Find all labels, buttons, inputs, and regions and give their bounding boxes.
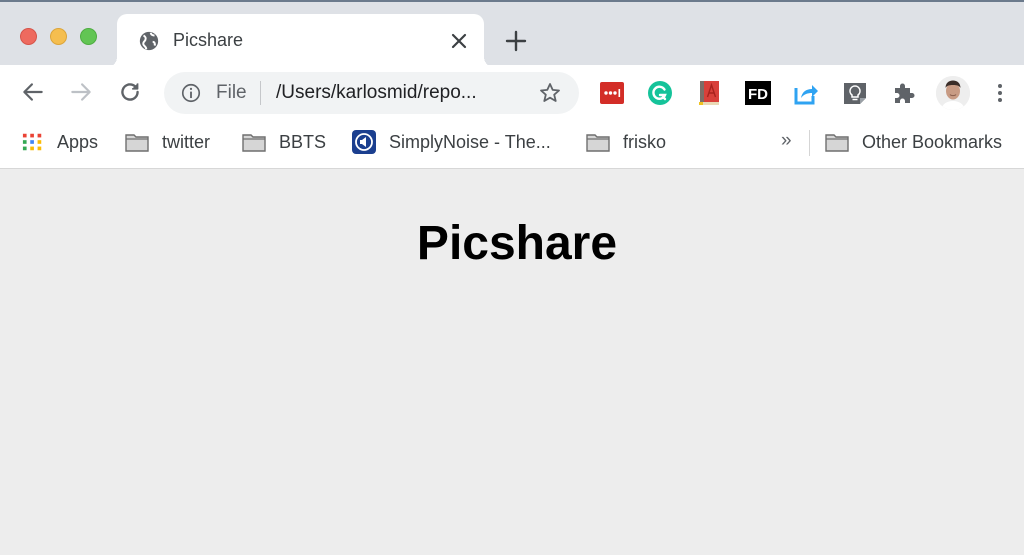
lightbulb-icon[interactable]: [842, 80, 868, 106]
bookmarks-overflow-chevron[interactable]: »: [781, 130, 792, 152]
folder-icon: [125, 134, 149, 152]
svg-text:FD: FD: [748, 86, 768, 103]
bookmark-label: SimplyNoise - The...: [389, 131, 551, 152]
bookmark-label: twitter: [162, 131, 211, 152]
profile-avatar[interactable]: [936, 76, 970, 110]
tab-strip: Picshare: [0, 0, 1024, 67]
tab-title: Picshare: [173, 30, 244, 50]
lastpass-icon[interactable]: [599, 80, 625, 106]
omnibox-separator: [260, 81, 261, 105]
bookmark-star-icon[interactable]: [538, 81, 562, 105]
grammarly-icon[interactable]: [647, 80, 673, 106]
window-zoom-button[interactable]: [80, 28, 97, 45]
back-arrow-icon[interactable]: [20, 79, 46, 105]
dictionary-icon[interactable]: [696, 80, 722, 106]
security-label: File: [216, 82, 247, 103]
bookmark-label: frisko: [623, 131, 667, 152]
page-title: Picshare: [416, 217, 618, 270]
toolbar: File /Users/karlosmid/repo... FD: [0, 65, 1024, 120]
bookmark-folder-twitter[interactable]: twitter: [125, 129, 210, 155]
fd-icon[interactable]: FD: [745, 80, 771, 106]
puzzle-icon[interactable]: [891, 80, 917, 106]
info-icon[interactable]: [180, 82, 202, 104]
bookmark-simplynoise[interactable]: SimplyNoise - The...: [352, 129, 551, 155]
reload-icon[interactable]: [117, 79, 143, 105]
bookmarks-divider: [809, 130, 810, 156]
folder-icon: [825, 134, 849, 152]
window-minimize-button[interactable]: [50, 28, 67, 45]
bookmark-label: BBTS: [279, 131, 327, 152]
folder-icon: [242, 134, 266, 152]
share-icon[interactable]: [793, 80, 819, 106]
tab-close-icon[interactable]: [447, 29, 471, 53]
tab-picshare[interactable]: Picshare: [107, 14, 494, 67]
apps-grid-icon: [22, 133, 42, 151]
page-content: Picshare: [0, 170, 1024, 555]
profile-photo-icon: [936, 76, 970, 110]
bookmark-label: Other Bookmarks: [862, 131, 1003, 152]
forward-arrow-icon[interactable]: [68, 79, 94, 105]
more-menu-icon[interactable]: [990, 80, 1010, 106]
globe-icon: [139, 31, 159, 51]
bookmarks-bar: Apps twitter BBTS SimplyNoise - The... f…: [0, 120, 1024, 169]
simplynoise-icon: [352, 130, 376, 154]
bookmark-folder-other[interactable]: Other Bookmarks: [825, 129, 1002, 155]
address-bar[interactable]: File /Users/karlosmid/repo...: [164, 72, 579, 114]
bookmark-apps[interactable]: Apps: [22, 129, 98, 155]
bookmark-label: Apps: [57, 131, 99, 152]
window-close-button[interactable]: [20, 28, 37, 45]
url-text[interactable]: /Users/karlosmid/repo...: [276, 82, 477, 104]
folder-icon: [586, 134, 610, 152]
bookmark-folder-frisko[interactable]: frisko: [586, 129, 666, 155]
bookmark-folder-bbts[interactable]: BBTS: [242, 129, 326, 155]
new-tab-icon[interactable]: [504, 29, 528, 53]
